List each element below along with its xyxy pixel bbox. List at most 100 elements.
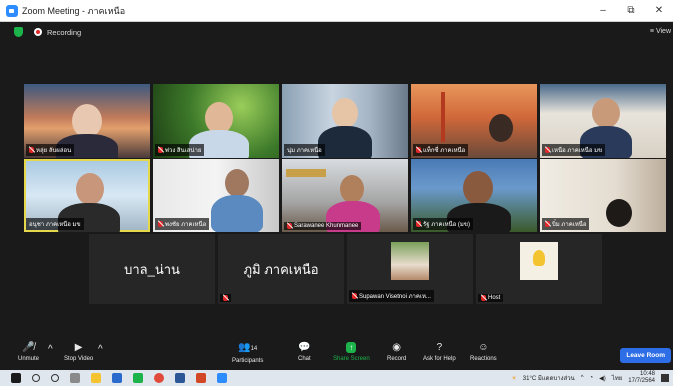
mic-muted-icon bbox=[158, 221, 163, 227]
participant-name-tag: เหนือ ภาคเหนือ มข bbox=[542, 144, 606, 156]
chevron-up-icon[interactable]: ^ bbox=[581, 375, 584, 381]
participant-name-tag bbox=[220, 294, 231, 302]
participant-head bbox=[606, 199, 632, 227]
maximize-button[interactable]: ⧉ bbox=[617, 5, 645, 16]
lightbulb-logo-icon bbox=[533, 250, 545, 266]
widgets-icon[interactable] bbox=[70, 373, 80, 383]
window-title-bar: Zoom Meeting - ภาคเหนือ – ⧉ ✕ bbox=[0, 0, 673, 22]
video-tile[interactable]: หลุ่ย ลับผล่อน bbox=[24, 84, 150, 158]
windows-start-icon[interactable] bbox=[11, 373, 21, 383]
view-button[interactable]: ≡ View bbox=[650, 28, 671, 35]
file-explorer-icon[interactable] bbox=[91, 373, 101, 383]
video-tile-camera-off[interactable]: ภูมิ ภาคเหนือ bbox=[218, 234, 344, 304]
participant-name-tag: บิ๋ม ภาคเหนือ bbox=[542, 218, 590, 230]
participant-name-tag: Host bbox=[478, 294, 504, 302]
participant-head bbox=[489, 114, 513, 142]
smiley-icon: ☺ bbox=[478, 342, 489, 353]
participant-name-tag: อนุชา ภาคเหนือ มข bbox=[26, 218, 84, 230]
participant-display-name: บาล_น่าน bbox=[124, 261, 180, 277]
participant-name-tag: นุ่ม ภาคเหนือ bbox=[284, 144, 325, 156]
participants-icon: 👥14 bbox=[238, 342, 258, 353]
participant-head bbox=[332, 98, 358, 128]
wifi-icon[interactable]: ◔ bbox=[590, 375, 594, 381]
word-icon[interactable] bbox=[175, 373, 185, 383]
mic-muted-icon bbox=[29, 147, 34, 153]
video-grid: หลุ่ย ลับผล่อน พ่วง สินเสน่าย นุ่ม ภาคเห… bbox=[0, 42, 673, 338]
video-tile[interactable]: นุ่ม ภาคเหนือ bbox=[282, 84, 408, 158]
ask-for-help-button[interactable]: ? Ask for Help bbox=[423, 342, 456, 362]
zoom-taskbar-icon[interactable] bbox=[217, 373, 227, 383]
participant-name-tag: แท็กซี่ ภาคเหนือ bbox=[413, 144, 469, 156]
line-app-icon[interactable] bbox=[133, 373, 143, 383]
audio-options-caret[interactable]: ^ bbox=[48, 344, 53, 355]
system-tray: ☀ 31°C มีแดดบางส่วน ^ ◔ ◀) ไทย 10:48 17/… bbox=[511, 370, 673, 386]
participant-head bbox=[340, 175, 364, 203]
participant-display-name: ภูมิ ภาคเหนือ bbox=[243, 261, 319, 277]
mic-muted-icon bbox=[352, 293, 357, 299]
powerpoint-icon[interactable] bbox=[196, 373, 206, 383]
mic-muted-icon bbox=[287, 223, 292, 229]
weather-icon: ☀ bbox=[511, 375, 517, 382]
participant-name-tag: รัฐ ภาคเหนือ (มข) bbox=[413, 218, 473, 230]
golden-gate-bridge-backdrop bbox=[441, 92, 445, 142]
video-tile-camera-off[interactable]: Supawan Visetnoi ภาคเห... bbox=[347, 234, 473, 304]
participant-name-tag: พงชัย ภาคเหนือ bbox=[155, 218, 210, 230]
video-tile-active-speaker[interactable]: อนุชา ภาคเหนือ มข bbox=[24, 159, 150, 232]
video-tile[interactable]: Sarawanee Khunmanee bbox=[282, 159, 408, 232]
participant-head bbox=[72, 104, 102, 138]
video-tile[interactable]: บิ๋ม ภาคเหนือ bbox=[540, 159, 666, 232]
minimize-button[interactable]: – bbox=[589, 5, 617, 16]
speaker-icon[interactable]: ◀) bbox=[599, 375, 606, 382]
participants-button[interactable]: 👥14 Participants bbox=[232, 342, 263, 364]
clock-time: 10:48 bbox=[639, 371, 655, 377]
record-button[interactable]: ◉ Record bbox=[387, 342, 406, 362]
mic-muted-icon bbox=[223, 295, 228, 301]
clock[interactable]: 10:48 17/7/2564 bbox=[628, 371, 655, 385]
meeting-top-bar: Recording ≡ View bbox=[0, 22, 673, 42]
security-shield-icon[interactable] bbox=[14, 27, 23, 37]
profile-picture bbox=[391, 242, 429, 280]
record-icon: ◉ bbox=[392, 342, 402, 353]
leave-room-button[interactable]: Leave Room bbox=[620, 348, 671, 363]
mic-muted-icon bbox=[158, 147, 163, 153]
chat-bubble-icon: 💬 bbox=[298, 342, 311, 353]
task-view-icon[interactable] bbox=[51, 374, 59, 382]
weather-text[interactable]: 31°C มีแดดบางส่วน bbox=[523, 373, 575, 383]
language-indicator[interactable]: ไทย bbox=[612, 373, 623, 383]
participant-name-tag: Supawan Visetnoi ภาคเห... bbox=[349, 290, 434, 302]
participant-head bbox=[225, 169, 249, 197]
unmute-button[interactable]: 🎤̸ Unmute bbox=[18, 342, 39, 362]
reactions-button[interactable]: ☺ Reactions bbox=[470, 342, 497, 362]
chat-button[interactable]: 💬 Chat bbox=[298, 342, 311, 362]
stop-video-button[interactable]: ▶ Stop Video bbox=[64, 342, 93, 362]
signpost-backdrop bbox=[286, 169, 326, 177]
video-tile-camera-off[interactable]: บาล_น่าน bbox=[89, 234, 215, 304]
video-tile[interactable]: พงชัย ภาคเหนือ bbox=[153, 159, 279, 232]
participant-head bbox=[463, 171, 493, 205]
recording-label: Recording bbox=[47, 27, 82, 37]
chevron-up-icon: ^ bbox=[98, 344, 103, 355]
video-camera-icon: ▶ bbox=[74, 342, 83, 353]
window-title: Zoom Meeting - ภาคเหนือ bbox=[22, 5, 126, 16]
notification-icon[interactable] bbox=[661, 374, 669, 382]
video-tile[interactable]: พ่วง สินเสน่าย bbox=[153, 84, 279, 158]
participants-count: 14 bbox=[250, 346, 258, 352]
mic-muted-icon bbox=[545, 221, 550, 227]
mail-icon[interactable] bbox=[112, 373, 122, 383]
participant-head bbox=[592, 98, 620, 128]
share-screen-icon: ↑ bbox=[346, 342, 357, 353]
participant-body bbox=[211, 195, 263, 232]
video-tile-camera-off[interactable]: Host bbox=[476, 234, 602, 304]
video-tile[interactable]: รัฐ ภาคเหนือ (มข) bbox=[411, 159, 537, 232]
share-screen-button[interactable]: ↑ Share Screen bbox=[333, 342, 370, 362]
video-options-caret[interactable]: ^ bbox=[98, 344, 103, 355]
video-tile[interactable]: เหนือ ภาคเหนือ มข bbox=[540, 84, 666, 158]
clock-date: 17/7/2564 bbox=[628, 378, 655, 384]
participant-head bbox=[76, 173, 104, 205]
chrome-icon[interactable] bbox=[154, 373, 164, 383]
search-icon[interactable] bbox=[32, 374, 40, 382]
close-button[interactable]: ✕ bbox=[645, 5, 673, 16]
participant-name-tag: พ่วง สินเสน่าย bbox=[155, 144, 205, 156]
participant-name-tag: หลุ่ย ลับผล่อน bbox=[26, 144, 75, 156]
video-tile[interactable]: แท็กซี่ ภาคเหนือ bbox=[411, 84, 537, 158]
